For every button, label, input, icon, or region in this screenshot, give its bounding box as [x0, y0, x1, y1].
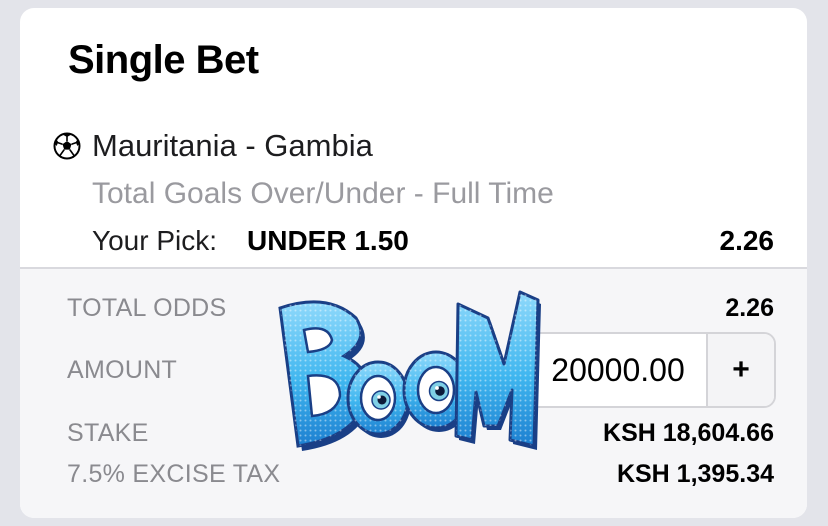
total-odds-value: 2.26	[725, 294, 774, 322]
excise-tax-label: 7.5% EXCISE TAX	[67, 460, 281, 488]
increase-amount-button[interactable]: +	[706, 334, 774, 406]
boom-letter-m	[454, 290, 541, 450]
boom-sticker	[278, 290, 541, 451]
match-name: Mauritania - Gambia	[92, 128, 373, 163]
pick-label: Your Pick:	[92, 225, 218, 256]
bet-type-title: Single Bet	[68, 38, 259, 82]
total-odds-label: TOTAL ODDS	[67, 294, 227, 322]
stake-value: KSH 18,604.66	[603, 419, 774, 447]
excise-tax-value: KSH 1,395.34	[616, 460, 774, 488]
amount-stepper: +	[526, 332, 776, 408]
soccer-ball-icon	[53, 132, 81, 160]
amount-label: AMOUNT	[67, 356, 178, 384]
pick-value: UNDER 1.50	[247, 225, 409, 256]
amount-input[interactable]	[528, 334, 708, 406]
pick-odds: 2.26	[719, 225, 775, 256]
stake-label: STAKE	[67, 419, 149, 447]
bet-slip-card: Single Bet Mauritania - Gambia Total Goa…	[20, 8, 807, 518]
market-name: Total Goals Over/Under - Full Time	[92, 177, 554, 210]
